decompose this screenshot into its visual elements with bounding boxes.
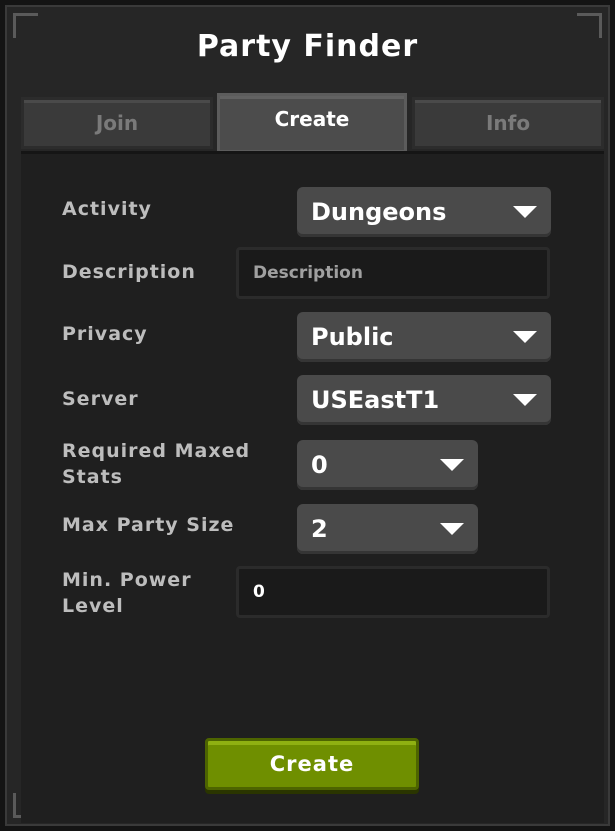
- tab-bar: Join Create Info: [21, 93, 604, 153]
- required-maxed-stats-label-line2: Stats: [62, 466, 123, 488]
- server-label: Server: [62, 388, 139, 410]
- window-title: Party Finder: [196, 29, 419, 64]
- description-label: Description: [62, 261, 196, 283]
- max-party-size-value: 2: [311, 515, 328, 543]
- min-power-level-input[interactable]: [236, 566, 550, 618]
- create-button[interactable]: Create: [205, 738, 419, 790]
- tab-info[interactable]: Info: [412, 97, 604, 149]
- caret-down-icon: [513, 206, 537, 218]
- required-maxed-stats-value: 0: [311, 451, 328, 479]
- tab-join[interactable]: Join: [21, 97, 213, 149]
- activity-dropdown[interactable]: Dungeons: [297, 187, 551, 237]
- activity-label: Activity: [62, 198, 152, 220]
- server-value: USEastT1: [311, 386, 440, 414]
- required-maxed-stats-label-line1: Required Maxed: [62, 440, 251, 462]
- caret-down-icon: [440, 523, 464, 535]
- privacy-dropdown[interactable]: Public: [297, 312, 551, 362]
- max-party-size-label: Max Party Size: [62, 514, 235, 536]
- required-maxed-stats-dropdown[interactable]: 0: [297, 440, 478, 490]
- caret-down-icon: [513, 394, 537, 406]
- caret-down-icon: [513, 331, 537, 343]
- tab-create[interactable]: Create: [217, 93, 407, 153]
- activity-value: Dungeons: [311, 198, 447, 226]
- description-input[interactable]: [236, 247, 550, 299]
- caret-down-icon: [440, 459, 464, 471]
- min-power-level-label-line1: Min. Power: [62, 569, 192, 591]
- min-power-level-label-line2: Level: [62, 595, 124, 617]
- privacy-value: Public: [311, 323, 394, 351]
- max-party-size-dropdown[interactable]: 2: [297, 504, 478, 554]
- server-dropdown[interactable]: USEastT1: [297, 375, 551, 425]
- privacy-label: Privacy: [62, 323, 148, 345]
